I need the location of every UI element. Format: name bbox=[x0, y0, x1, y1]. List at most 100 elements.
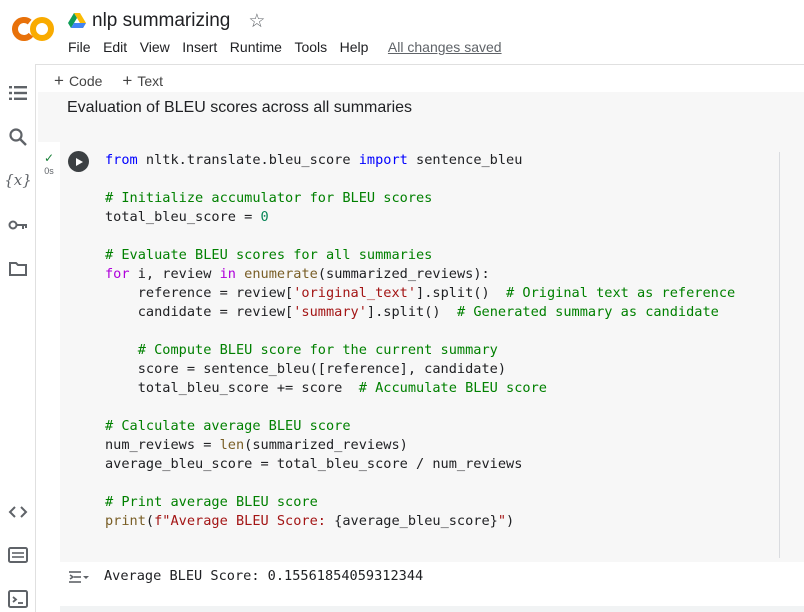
cell-toolbar: + Code + Text bbox=[54, 72, 183, 89]
code-token: (summarized_reviews) bbox=[244, 437, 408, 453]
code-token: 0 bbox=[260, 209, 269, 225]
next-cell-edge bbox=[60, 606, 804, 612]
code-line: print(f"Average BLEU Score: {average_ble… bbox=[105, 512, 735, 531]
header-bar: nlp summarizing ☆ File Edit View Insert … bbox=[0, 0, 804, 64]
code-line: candidate = review['summary'].split() # … bbox=[105, 303, 735, 322]
code-snippets-icon[interactable] bbox=[7, 501, 29, 523]
colab-logo[interactable] bbox=[12, 14, 54, 44]
code-token: # Initialize accumulator for BLEU scores bbox=[105, 190, 433, 206]
code-token: ].split() bbox=[366, 304, 457, 320]
menu-insert[interactable]: Insert bbox=[182, 39, 217, 55]
code-line: total_bleu_score += score # Accumulate B… bbox=[105, 379, 735, 398]
menu-bar: File Edit View Insert Runtime Tools Help… bbox=[68, 39, 502, 55]
menu-file[interactable]: File bbox=[68, 39, 91, 55]
code-token: total_bleu_score += score bbox=[105, 380, 359, 396]
code-token: # Calculate average BLEU score bbox=[105, 418, 351, 434]
code-token: # Evaluate BLEU scores for all summaries bbox=[105, 247, 433, 263]
checkmark-icon: ✓ bbox=[43, 151, 55, 165]
notebook-title[interactable]: nlp summarizing bbox=[92, 10, 230, 32]
code-line: score = sentence_bleu([reference], candi… bbox=[105, 360, 735, 379]
code-token: # Compute BLEU score for the current sum… bbox=[105, 342, 498, 358]
search-icon[interactable] bbox=[7, 126, 29, 148]
menu-view[interactable]: View bbox=[140, 39, 170, 55]
code-token: enumerate bbox=[244, 266, 318, 282]
code-line: for i, review in enumerate(summarized_re… bbox=[105, 265, 735, 284]
code-token: from bbox=[105, 152, 138, 168]
code-token: ].split() bbox=[416, 285, 507, 301]
output-actions-icon[interactable] bbox=[68, 569, 90, 585]
star-icon[interactable]: ☆ bbox=[248, 12, 265, 31]
code-token: 'original_text' bbox=[293, 285, 417, 301]
code-line: # Evaluate BLEU scores for all summaries bbox=[105, 246, 735, 265]
code-token: 'summary' bbox=[293, 304, 367, 320]
markdown-cell[interactable]: Evaluation of BLEU scores across all sum… bbox=[38, 92, 804, 142]
terminal-icon[interactable] bbox=[7, 588, 29, 610]
code-token: i, review bbox=[129, 266, 220, 282]
add-text-cell-button[interactable]: + Text bbox=[122, 72, 163, 89]
code-token: candidate = review[ bbox=[105, 304, 294, 320]
code-token: # Generated summary as candidate bbox=[456, 304, 719, 320]
code-token: average_bleu_score = total_bleu_score / … bbox=[105, 456, 523, 472]
google-drive-icon[interactable] bbox=[68, 13, 86, 29]
code-token: total_bleu_score = bbox=[105, 209, 261, 225]
code-line: # Calculate average BLEU score bbox=[105, 417, 735, 436]
command-palette-icon[interactable] bbox=[7, 544, 29, 566]
add-code-cell-button[interactable]: + Code bbox=[54, 72, 102, 89]
code-token: (summarized_reviews): bbox=[317, 266, 490, 282]
code-token: len bbox=[219, 437, 245, 453]
code-token: in bbox=[219, 266, 236, 282]
code-line: # Print average BLEU score bbox=[105, 493, 735, 512]
code-line: num_reviews = len(summarized_reviews) bbox=[105, 436, 735, 455]
code-line: # Initialize accumulator for BLEU scores bbox=[105, 189, 735, 208]
play-icon bbox=[75, 157, 83, 166]
title-row: nlp summarizing ☆ bbox=[68, 9, 265, 33]
header-divider bbox=[0, 64, 804, 65]
code-token: reference = review[ bbox=[105, 285, 294, 301]
files-folder-icon[interactable] bbox=[7, 258, 29, 280]
code-line: # Compute BLEU score for the current sum… bbox=[105, 341, 735, 360]
markdown-cell-text: Evaluation of BLEU scores across all sum… bbox=[67, 99, 413, 116]
code-token: ( bbox=[145, 513, 155, 529]
code-line: total_bleu_score = 0 bbox=[105, 208, 735, 227]
table-of-contents-icon[interactable] bbox=[7, 82, 29, 104]
menu-edit[interactable]: Edit bbox=[103, 39, 127, 55]
code-line: average_bleu_score = total_bleu_score / … bbox=[105, 455, 735, 474]
code-token: for bbox=[105, 266, 130, 282]
code-token: # Accumulate BLEU score bbox=[358, 380, 547, 396]
execution-time: 0s bbox=[44, 166, 54, 176]
code-token: sentence_bleu bbox=[407, 152, 523, 168]
menu-tools[interactable]: Tools bbox=[294, 39, 327, 55]
code-token: f"Average BLEU Score: bbox=[154, 513, 335, 529]
code-token: nltk.translate.bleu_score bbox=[137, 152, 359, 168]
code-token: ) bbox=[506, 513, 515, 529]
left-sidebar: {x} bbox=[0, 64, 36, 612]
code-editor[interactable]: from nltk.translate.bleu_score import se… bbox=[105, 151, 735, 531]
add-text-label: Text bbox=[137, 72, 164, 89]
plus-icon: + bbox=[54, 71, 64, 90]
secrets-key-icon[interactable] bbox=[7, 214, 29, 236]
code-token: # Print average BLEU score bbox=[105, 494, 318, 510]
variables-icon[interactable]: {x} bbox=[4, 169, 32, 191]
code-token: {average_bleu_score} bbox=[334, 513, 498, 529]
code-line: from nltk.translate.bleu_score import se… bbox=[105, 151, 735, 170]
code-cell[interactable]: from nltk.translate.bleu_score import se… bbox=[60, 142, 804, 562]
save-status[interactable]: All changes saved bbox=[388, 39, 502, 55]
add-code-label: Code bbox=[68, 72, 103, 89]
code-token: score = sentence_bleu([reference], candi… bbox=[105, 361, 507, 377]
menu-runtime[interactable]: Runtime bbox=[230, 39, 282, 55]
code-line: reference = review['original_text'].spli… bbox=[105, 284, 735, 303]
cell-output: Average BLEU Score: 0.15561854059312344 bbox=[104, 568, 424, 584]
code-token: print bbox=[105, 513, 146, 529]
run-cell-button[interactable] bbox=[68, 151, 89, 172]
code-token: # Original text as reference bbox=[506, 285, 736, 301]
code-token: num_reviews = bbox=[105, 437, 220, 453]
execution-status: ✓ 0s bbox=[40, 152, 58, 176]
code-token: " bbox=[497, 513, 507, 529]
editor-ruler bbox=[779, 152, 780, 558]
menu-help[interactable]: Help bbox=[340, 39, 369, 55]
